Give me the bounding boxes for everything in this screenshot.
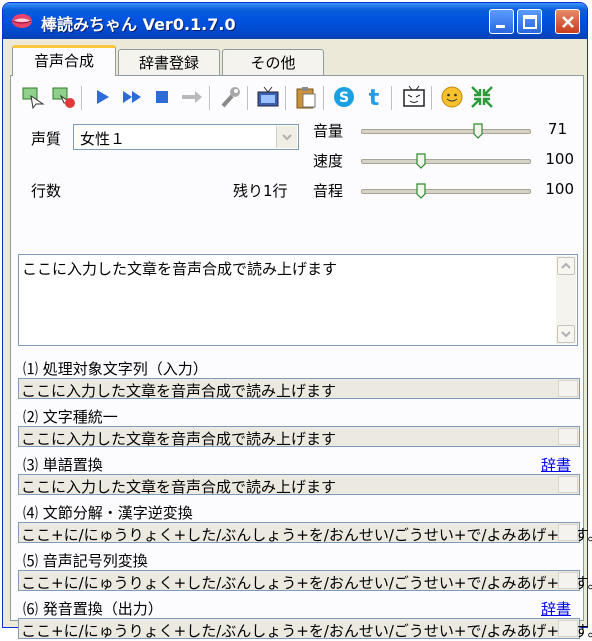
stage-label: ⑴ 処理対象文字列（入力）: [23, 360, 208, 378]
toolbar-separator: [209, 86, 211, 110]
maximize-button[interactable]: [517, 9, 542, 34]
stage-scroll-button[interactable]: [558, 428, 578, 445]
stage-output-field[interactable]: ここ+に/にゅうりょく+した/ぶんしょう+を/おんせい/ごうせい+で/よみあげ+…: [18, 618, 592, 640]
chevron-up-icon: [561, 262, 571, 269]
stage-output-text: ここに入力した文章を音声合成で読み上げます: [21, 478, 337, 496]
maximize-icon: [523, 15, 537, 29]
stage-output-text: ここに入力した文章を音声合成で読み上げます: [21, 430, 337, 448]
volume-label: 音量: [313, 122, 344, 140]
stage-label: ⑸ 音声記号列変換: [23, 552, 148, 570]
close-icon: [562, 16, 574, 28]
toolbar-separator: [285, 86, 287, 110]
stage-scroll-button[interactable]: [558, 572, 578, 589]
pitch-label: 音程: [313, 182, 344, 200]
stage-output-text: ここに入力した文章を音声合成で読み上げます: [21, 382, 337, 400]
stage-label: ⑷ 文節分解・漢字逆変換: [23, 504, 193, 522]
skype-icon[interactable]: S: [331, 84, 357, 110]
dictionary-link[interactable]: 辞書: [541, 598, 571, 619]
chevron-down-icon: [561, 331, 571, 338]
toolbar-separator: [323, 86, 325, 110]
clipboard-icon[interactable]: [293, 84, 319, 110]
tab-dictionary[interactable]: 辞書登録: [118, 49, 220, 75]
voice-select[interactable]: 女性１: [73, 124, 299, 150]
shrink-icon[interactable]: [469, 84, 495, 110]
speed-label: 速度: [313, 152, 344, 170]
tab-other[interactable]: その他: [222, 49, 324, 75]
stage-label: ⑹ 発音置換（出力）: [23, 600, 163, 618]
pitch-slider[interactable]: [361, 180, 531, 204]
main-window: 棒読みちゃん Ver0.1.7.0 音声合成 辞書登録 その他 S t 声質 女…: [2, 2, 592, 640]
slider-thumb[interactable]: [473, 123, 483, 139]
stop-icon[interactable]: [149, 84, 175, 110]
smiley-icon[interactable]: [439, 84, 465, 110]
lips-icon: [12, 14, 32, 28]
slider-track[interactable]: [361, 159, 531, 164]
speed-value: 100: [545, 150, 574, 168]
minimize-icon: [496, 25, 505, 28]
slider-track[interactable]: [361, 189, 531, 194]
lines-label: 行数: [31, 182, 62, 200]
volume-slider[interactable]: [361, 120, 531, 144]
next-icon[interactable]: [179, 84, 205, 110]
voice-value: 女性１: [80, 130, 126, 148]
scroll-down-button[interactable]: [557, 325, 575, 343]
title-bar[interactable]: 棒読みちゃん Ver0.1.7.0: [3, 3, 587, 39]
voice-label: 声質: [31, 130, 62, 148]
dropdown-arrow[interactable]: [276, 126, 297, 148]
fast-forward-icon[interactable]: [119, 84, 145, 110]
niconico-icon[interactable]: [401, 84, 427, 110]
pitch-value: 100: [545, 180, 574, 198]
dictionary-link[interactable]: 辞書: [541, 454, 571, 475]
stop-clipboard-icon[interactable]: [51, 84, 77, 110]
stage-output-text: ここ+に/にゅうりょく+した/ぶんしょう+を/おんせい/ごうせい+で/よみあげ+…: [21, 526, 592, 544]
window-title: 棒読みちゃん Ver0.1.7.0: [41, 15, 236, 34]
stage-output-text: ここ+に/にゅうりょく+した/ぶんしょう+を/おんせい/ごうせい+で/よみあげ+…: [21, 574, 592, 592]
window-body: 音声合成 辞書登録 その他 S t 声質 女性１ 行数 残り1行 音量 速度 音…: [6, 39, 592, 640]
input-text: ここに入力した文章を音声合成で読み上げます: [22, 260, 338, 278]
read-clipboard-icon[interactable]: [21, 84, 47, 110]
stage-scroll-button[interactable]: [558, 476, 578, 493]
volume-value: 71: [547, 120, 567, 138]
tv-icon[interactable]: [255, 84, 281, 110]
toolbar-separator: [81, 86, 83, 110]
stage-output-field[interactable]: ここ+に/にゅうりょく+した/ぶんしょう+を/おんせい/ごうせい+で/よみあげ+…: [18, 570, 592, 592]
svg-text:t: t: [369, 86, 380, 110]
slider-thumb[interactable]: [416, 153, 426, 169]
stage-scroll-button[interactable]: [558, 620, 578, 637]
svg-text:S: S: [339, 90, 349, 106]
stage-label: ⑵ 文字種統一: [23, 408, 118, 426]
minimize-button[interactable]: [489, 9, 514, 34]
slider-track[interactable]: [361, 129, 531, 134]
chevron-down-icon: [282, 134, 292, 141]
stage-scroll-button[interactable]: [558, 524, 578, 541]
tab-speech-synthesis[interactable]: 音声合成: [12, 45, 116, 76]
textarea-scrollbar[interactable]: [556, 256, 576, 344]
stage-scroll-button[interactable]: [558, 380, 578, 397]
close-button[interactable]: [555, 9, 580, 34]
stage-output-field[interactable]: ここに入力した文章を音声合成で読み上げます: [18, 426, 580, 448]
stage-output-field[interactable]: ここ+に/にゅうりょく+した/ぶんしょう+を/おんせい/ごうせい+で/よみあげ+…: [18, 522, 592, 544]
stage-output-field[interactable]: ここに入力した文章を音声合成で読み上げます: [18, 474, 580, 496]
stage-output-field[interactable]: ここに入力した文章を音声合成で読み上げます: [18, 378, 580, 400]
play-icon[interactable]: [89, 84, 115, 110]
twitter-icon[interactable]: t: [361, 84, 387, 110]
speed-slider[interactable]: [361, 150, 531, 174]
stage-output-text: ここ+に/にゅうりょく+した/ぶんしょう+を/おんせい/ごうせい+で/よみあげ+…: [21, 622, 592, 640]
wrench-icon[interactable]: [217, 84, 243, 110]
speech-synthesis-panel: S t 声質 女性１ 行数 残り1行 音量 速度 音程 71 100 100 こ…: [10, 75, 592, 640]
lines-remaining: 残り1行: [233, 182, 288, 200]
toolbar-separator: [431, 86, 433, 110]
toolbar-separator: [247, 86, 249, 110]
toolbar-separator: [391, 86, 393, 110]
toolbar: S t: [17, 80, 579, 114]
input-textarea[interactable]: ここに入力した文章を音声合成で読み上げます: [18, 254, 578, 346]
slider-thumb[interactable]: [416, 183, 426, 199]
scroll-up-button[interactable]: [557, 257, 575, 275]
stage-label: ⑶ 単語置換: [23, 456, 103, 474]
